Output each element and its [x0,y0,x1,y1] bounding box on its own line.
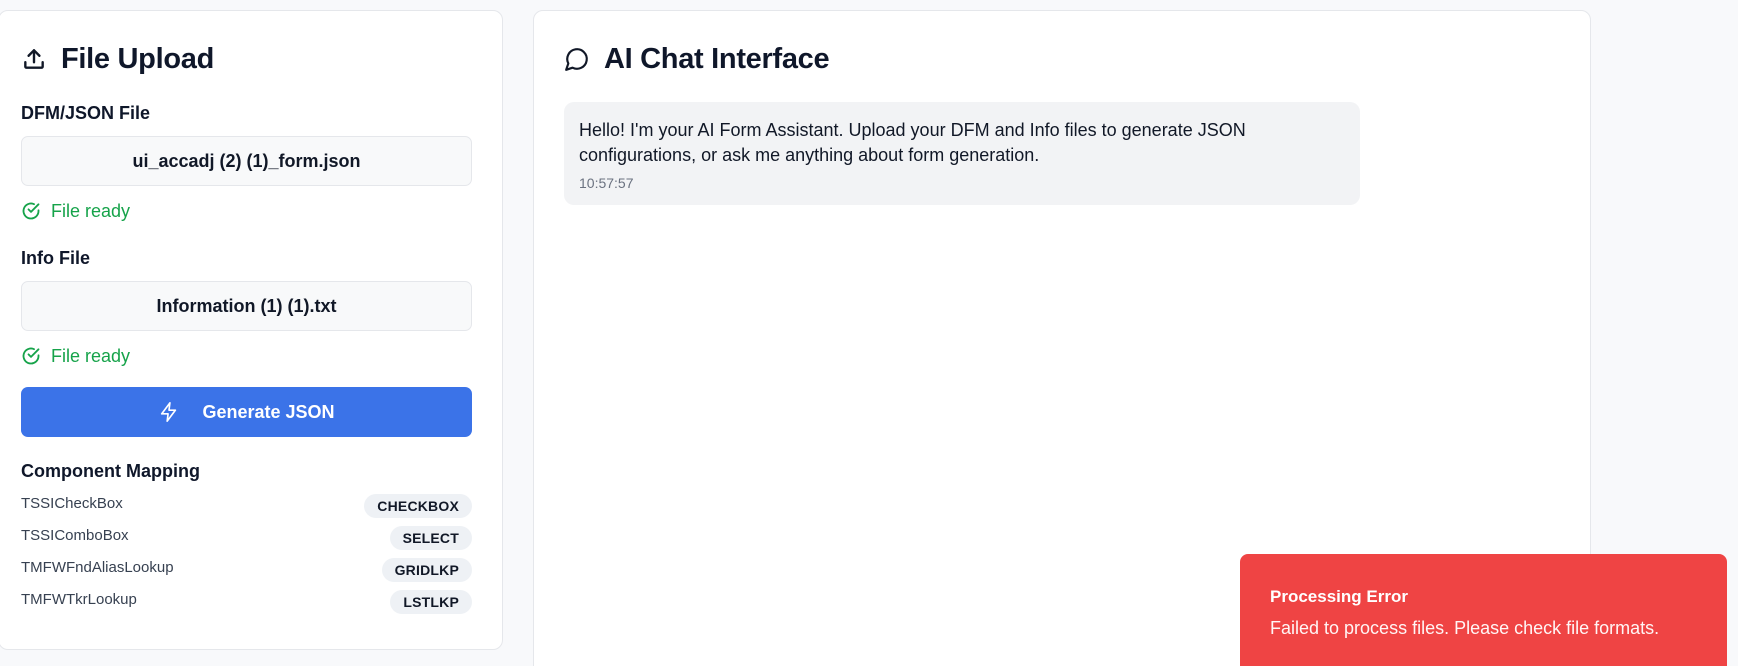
info-status-text: File ready [51,345,131,366]
mapping-component-name: TSSICheckBox [21,494,123,512]
info-file-name: Information (1) (1).txt [156,295,337,316]
generate-json-button[interactable]: Generate JSON [21,387,472,437]
check-circle-icon [21,346,41,366]
mapping-component-name: TMFWTkrLookup [21,590,137,608]
mapping-row: TSSICheckBox CHECKBOX [21,490,472,522]
file-upload-panel: File Upload DFM/JSON File ui_accadj (2) … [0,10,503,650]
app-root: File Upload DFM/JSON File ui_accadj (2) … [0,0,1738,666]
message-text: Hello! I'm your AI Form Assistant. Uploa… [579,120,1246,165]
toast-message: Failed to process files. Please check fi… [1270,618,1660,638]
error-toast[interactable]: Processing Error Failed to process files… [1240,554,1727,666]
mapping-type-badge: CHECKBOX [364,494,472,518]
check-circle-icon [21,201,41,221]
dfm-file-name: ui_accadj (2) (1)_form.json [132,150,361,171]
file-upload-header: File Upload [21,41,472,77]
mapping-row: TMFWFndAliasLookup GRIDLKP [21,554,472,586]
info-file-label: Info File [21,248,90,268]
mapping-component-name: TSSIComboBox [21,526,129,544]
dfm-status-text: File ready [51,200,131,221]
mapping-component-name: TMFWFndAliasLookup [21,558,174,576]
dfm-file-dropzone[interactable]: ui_accadj (2) (1)_form.json [21,136,472,186]
message-timestamp: 10:57:57 [579,175,634,191]
mapping-row: TMFWTkrLookup LSTLKP [21,586,472,618]
mapping-type-badge: GRIDLKP [381,558,472,582]
toast-title: Processing Error [1270,587,1408,606]
chat-header: AI Chat Interface [564,41,1562,77]
chat-title: AI Chat Interface [604,42,830,75]
dfm-file-status: File ready [21,200,472,222]
generate-json-label: Generate JSON [202,401,335,422]
file-upload-title: File Upload [61,42,214,75]
mapping-row: TSSIComboBox SELECT [21,522,472,554]
mapping-type-badge: LSTLKP [390,590,472,614]
message-circle-icon [564,46,590,72]
mapping-type-badge: SELECT [389,526,472,550]
upload-icon [21,46,47,72]
component-mapping-list: TSSICheckBox CHECKBOX TSSIComboBox SELEC… [21,490,472,618]
info-file-status: File ready [21,345,472,367]
component-mapping-title: Component Mapping [21,461,200,481]
lightning-icon [158,401,180,423]
info-file-dropzone[interactable]: Information (1) (1).txt [21,281,472,331]
assistant-message: Hello! I'm your AI Form Assistant. Uploa… [564,102,1360,205]
dfm-file-label: DFM/JSON File [21,103,151,123]
